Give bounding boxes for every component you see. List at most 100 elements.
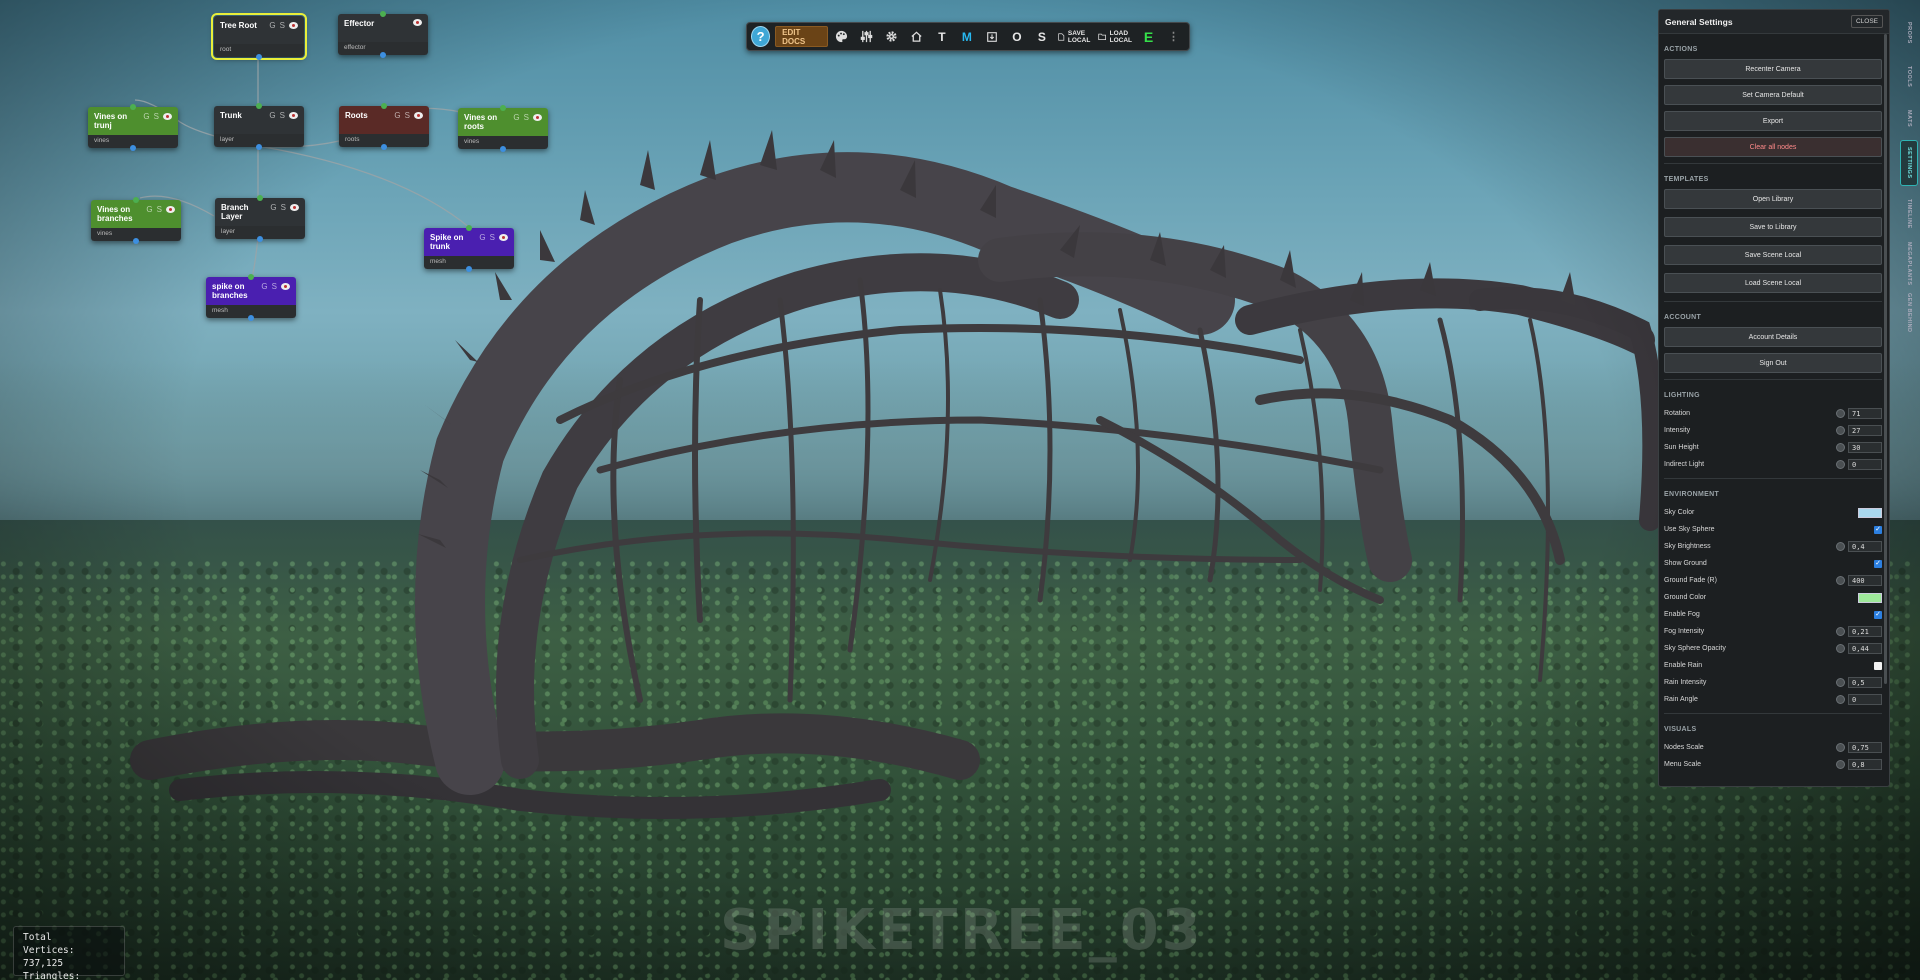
node-s-toggle[interactable]: S <box>280 21 285 30</box>
node-s-toggle[interactable]: S <box>280 111 285 120</box>
settings-button[interactable] <box>880 26 903 48</box>
sky-color-swatch[interactable] <box>1858 507 1882 518</box>
home-button[interactable] <box>905 26 928 48</box>
save-local-button[interactable]: SAVE LOCAL <box>1055 26 1093 48</box>
text-e-button[interactable]: E <box>1137 26 1160 48</box>
node-g-toggle[interactable]: G <box>269 111 275 120</box>
palette-button[interactable] <box>830 26 853 48</box>
text-o-button[interactable]: O <box>1005 26 1028 48</box>
more-options-button[interactable]: ⋮ <box>1162 26 1185 48</box>
eye-icon[interactable] <box>289 112 298 119</box>
ground-color-swatch[interactable] <box>1858 592 1882 603</box>
input-port[interactable] <box>248 274 254 280</box>
close-button[interactable]: CLOSE <box>1850 15 1883 28</box>
node-vines-on-roots[interactable]: Vines on roots GS vines <box>458 105 548 152</box>
tab-props[interactable]: PROPS <box>1900 16 1918 50</box>
input-port[interactable] <box>133 197 139 203</box>
input-port[interactable] <box>257 195 263 201</box>
export-button[interactable]: Export <box>1664 111 1882 131</box>
input-port[interactable] <box>466 225 472 231</box>
eye-icon[interactable] <box>533 114 542 121</box>
eye-icon[interactable] <box>289 22 298 29</box>
output-port[interactable] <box>466 266 472 272</box>
edit-docs-button[interactable]: EDIT DOCS <box>775 26 829 47</box>
node-s-toggle[interactable]: S <box>490 233 495 242</box>
eye-icon[interactable] <box>166 206 175 213</box>
dial-icon[interactable] <box>1836 542 1845 551</box>
node-s-toggle[interactable]: S <box>157 205 162 214</box>
open-library-button[interactable]: Open Library <box>1664 189 1882 209</box>
eye-icon[interactable] <box>163 113 172 120</box>
node-g-toggle[interactable]: G <box>146 205 152 214</box>
panel-scrollbar[interactable] <box>1884 34 1887 684</box>
dial-icon[interactable] <box>1836 743 1845 752</box>
nodes-scale-input[interactable]: 0,75 <box>1848 742 1882 753</box>
node-g-toggle[interactable]: G <box>261 282 267 291</box>
output-port[interactable] <box>381 144 387 150</box>
output-port[interactable] <box>500 146 506 152</box>
dial-icon[interactable] <box>1836 760 1845 769</box>
show-ground-checkbox[interactable]: ✓ <box>1874 559 1882 568</box>
load-scene-local-button[interactable]: Load Scene Local <box>1664 273 1882 293</box>
input-port[interactable] <box>380 11 386 17</box>
sign-out-button[interactable]: Sign Out <box>1664 353 1882 373</box>
sky-sphere-opacity-input[interactable]: 0,44 <box>1848 643 1882 654</box>
node-trunk[interactable]: Trunk GS layer <box>214 103 304 150</box>
enable-fog-checkbox[interactable]: ✓ <box>1874 610 1882 619</box>
text-m-button[interactable]: M <box>955 26 978 48</box>
output-port[interactable] <box>256 54 262 60</box>
import-button[interactable] <box>980 26 1003 48</box>
text-s-button[interactable]: S <box>1030 26 1053 48</box>
node-tree-root[interactable]: Tree Root GS root <box>211 13 307 60</box>
enable-rain-checkbox[interactable] <box>1874 661 1882 670</box>
text-t-button[interactable]: T <box>930 26 953 48</box>
output-port[interactable] <box>133 238 139 244</box>
menu-scale-input[interactable]: 0,8 <box>1848 759 1882 770</box>
node-graph[interactable]: Tree Root GS root Effector effector Trun… <box>0 0 560 340</box>
dial-icon[interactable] <box>1836 695 1845 704</box>
output-port[interactable] <box>380 52 386 58</box>
save-scene-local-button[interactable]: Save Scene Local <box>1664 245 1882 265</box>
load-local-button[interactable]: LOAD LOCAL <box>1095 26 1135 48</box>
account-details-button[interactable]: Account Details <box>1664 327 1882 347</box>
eye-icon[interactable] <box>290 204 299 211</box>
dial-icon[interactable] <box>1836 443 1845 452</box>
dial-icon[interactable] <box>1836 627 1845 636</box>
eye-icon[interactable] <box>414 112 423 119</box>
output-port[interactable] <box>257 236 263 242</box>
node-effector[interactable]: Effector effector <box>338 11 428 58</box>
tab-timeline[interactable]: TIMELINE <box>1900 192 1918 236</box>
tab-mats[interactable]: MATS <box>1900 104 1918 134</box>
eye-icon[interactable] <box>281 283 290 290</box>
input-port[interactable] <box>381 103 387 109</box>
node-vines-on-trunk[interactable]: Vines on trunj GS vines <box>88 104 178 151</box>
tab-tools[interactable]: TOOLS <box>1900 58 1918 96</box>
panel-body[interactable]: ACTIONS Recenter Camera Set Camera Defau… <box>1659 46 1889 773</box>
node-s-toggle[interactable]: S <box>154 112 159 121</box>
tab-gen-behind[interactable]: GEN BEHIND <box>1900 292 1918 334</box>
output-port[interactable] <box>256 144 262 150</box>
eye-icon[interactable] <box>499 234 508 241</box>
node-s-toggle[interactable]: S <box>524 113 529 122</box>
tab-megaplants[interactable]: MEGAPLANTS <box>1900 242 1918 286</box>
node-spike-on-trunk[interactable]: Spike on trunk GS mesh <box>424 225 514 272</box>
help-button[interactable]: ? <box>751 26 771 47</box>
input-port[interactable] <box>500 105 506 111</box>
node-branch-layer[interactable]: Branch Layer GS layer <box>215 195 305 242</box>
node-s-toggle[interactable]: S <box>405 111 410 120</box>
node-g-toggle[interactable]: G <box>394 111 400 120</box>
set-camera-default-button[interactable]: Set Camera Default <box>1664 85 1882 105</box>
node-spike-on-branches[interactable]: spike on branches GS mesh <box>206 274 296 321</box>
node-g-toggle[interactable]: G <box>270 203 276 212</box>
tab-settings[interactable]: SETTINGS <box>1900 140 1918 186</box>
node-g-toggle[interactable]: G <box>143 112 149 121</box>
save-to-library-button[interactable]: Save to Library <box>1664 217 1882 237</box>
sliders-button[interactable] <box>855 26 878 48</box>
eye-icon[interactable] <box>413 19 422 26</box>
node-s-toggle[interactable]: S <box>272 282 277 291</box>
node-g-toggle[interactable]: G <box>269 21 275 30</box>
rotation-input[interactable]: 71 <box>1848 408 1882 419</box>
dial-icon[interactable] <box>1836 460 1845 469</box>
node-g-toggle[interactable]: G <box>479 233 485 242</box>
recenter-camera-button[interactable]: Recenter Camera <box>1664 59 1882 79</box>
